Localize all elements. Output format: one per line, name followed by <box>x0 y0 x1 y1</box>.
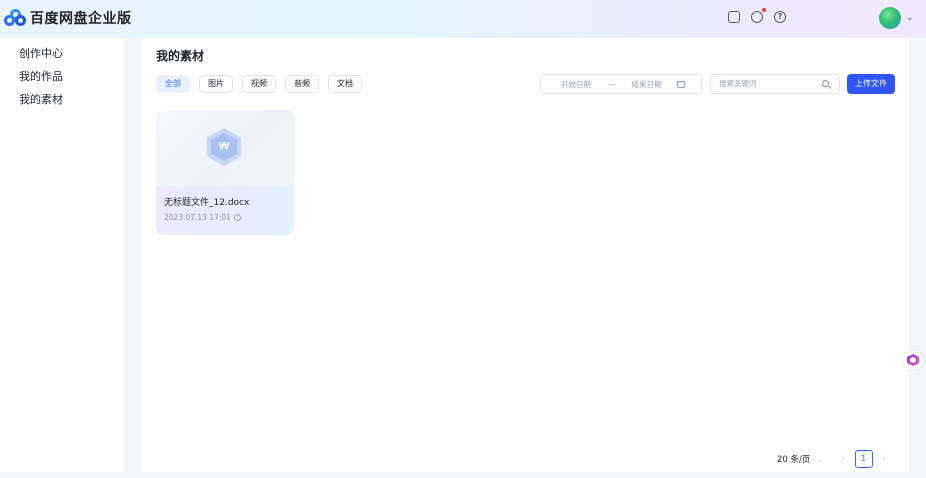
app-logo[interactable]: 百度网盘企业版 <box>4 7 132 29</box>
header-icons: ? <box>728 8 786 23</box>
date-range-picker[interactable]: 开始日期 — 结束日期 <box>540 74 702 94</box>
assistant-float-button[interactable] <box>903 350 923 370</box>
search-placeholder: 搜索关键词 <box>719 79 757 88</box>
file-date-row: 2023.07.13 17:01 i <box>164 213 241 222</box>
filter-images[interactable]: 图片 <box>199 75 233 93</box>
sidebar-item-my-works[interactable]: 我的作品 <box>0 65 124 88</box>
sidebar: 创作中心 我的作品 我的素材 <box>0 38 124 472</box>
search-input[interactable]: 搜索关键词 <box>710 74 840 94</box>
date-separator: — <box>609 79 617 89</box>
filter-audio[interactable]: 音频 <box>285 75 319 93</box>
baidu-netdisk-logo-icon <box>4 9 26 27</box>
avatar[interactable] <box>879 7 901 29</box>
top-header: 百度网盘企业版 ? ⌄ <box>0 0 926 38</box>
assistant-icon <box>907 354 919 366</box>
filter-videos[interactable]: 视频 <box>242 75 276 93</box>
sidebar-item-creation-center[interactable]: 创作中心 <box>0 42 124 65</box>
list-icon[interactable] <box>728 11 740 23</box>
file-name: 无标题文件_12.docx <box>164 198 250 208</box>
page-size-select[interactable]: 20 条/页 ⌄ <box>777 453 824 466</box>
page-title: 我的素材 <box>156 49 205 63</box>
end-date-field[interactable]: 结束日期 <box>632 79 662 90</box>
file-card-footer <box>156 186 294 235</box>
filter-all[interactable]: 全部 <box>156 75 190 93</box>
upload-file-button[interactable]: 上传文件 <box>847 74 895 94</box>
pagination: 20 条/页 ⌄ ‹ 1 › <box>777 450 886 468</box>
file-date: 2023.07.13 17:01 <box>164 213 231 222</box>
calendar-icon[interactable] <box>676 80 685 88</box>
chevron-down-icon[interactable]: ⌄ <box>906 13 914 23</box>
main-panel: 我的素材 全部 图片 视频 音频 文档 开始日期 — 结束日期 搜索关键词 上传… <box>141 38 909 472</box>
info-icon[interactable]: i <box>233 214 241 221</box>
file-card[interactable]: W 无标题文件_12.docx 2023.07.13 17:01 i <box>156 110 294 235</box>
start-date-field[interactable]: 开始日期 <box>561 79 591 90</box>
help-icon[interactable]: ? <box>774 11 786 23</box>
page-number-current[interactable]: 1 <box>854 450 873 468</box>
filter-documents[interactable]: 文档 <box>328 75 362 93</box>
next-page-icon[interactable]: › <box>883 454 887 464</box>
sidebar-item-my-materials[interactable]: 我的素材 <box>0 88 124 111</box>
search-icon[interactable] <box>822 80 829 87</box>
prev-page-icon[interactable]: ‹ <box>841 454 845 464</box>
message-icon[interactable] <box>751 8 766 23</box>
app-title: 百度网盘企业版 <box>30 11 132 27</box>
page-size-label: 20 条/页 <box>777 455 811 465</box>
filter-tabs: 全部 图片 视频 音频 文档 <box>156 75 362 93</box>
chevron-down-icon: ⌄ <box>816 454 824 464</box>
